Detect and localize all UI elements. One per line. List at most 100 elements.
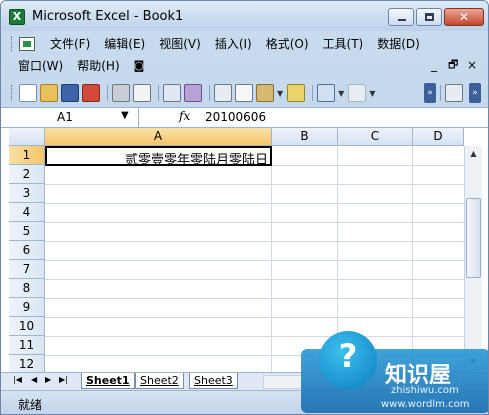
sheet-tab-sheet2[interactable]: Sheet2 xyxy=(135,373,184,389)
close-button[interactable]: ✕ xyxy=(444,8,484,26)
maximize-icon xyxy=(425,13,434,21)
row-header[interactable]: 6 xyxy=(9,241,45,260)
doc-restore-button[interactable]: 🗗 xyxy=(448,55,458,75)
undo-icon[interactable] xyxy=(317,84,336,102)
standard-toolbar: ▼ ▼ ▼ » » xyxy=(11,81,481,105)
print-preview-icon[interactable] xyxy=(133,84,151,102)
toolbar-separator xyxy=(158,85,159,101)
scroll-thumb[interactable] xyxy=(466,198,481,278)
column-header-d[interactable]: D xyxy=(413,128,464,146)
redo-icon xyxy=(348,84,367,102)
menu-view[interactable]: 视图(V) xyxy=(152,34,208,54)
toolbar-separator xyxy=(209,85,210,101)
menu-row-secondary: 窗口(W) 帮助(H) ◙ xyxy=(11,55,151,77)
maximize-button[interactable] xyxy=(416,8,442,26)
research-icon[interactable] xyxy=(184,84,202,102)
menu-grip-icon[interactable] xyxy=(11,36,14,52)
spelling-icon[interactable] xyxy=(163,84,181,102)
column-header-a[interactable]: A xyxy=(45,128,272,146)
menu-window[interactable]: 窗口(W) xyxy=(11,56,70,76)
menu-edit[interactable]: 编辑(E) xyxy=(97,34,152,54)
copy-icon[interactable] xyxy=(235,84,253,102)
title-bar: X Microsoft Excel - Book1 ✕ xyxy=(1,1,488,31)
row-header[interactable]: 12 xyxy=(9,355,45,372)
toolbar-separator xyxy=(107,85,108,101)
menu-bar: 文件(F) 编辑(E) 视图(V) 插入(I) 格式(O) 工具(T) 数据(D… xyxy=(11,33,481,79)
watermark: ? 知识屋 zhishiwu.com www.wordlm.com xyxy=(301,327,488,414)
menu-file[interactable]: 文件(F) xyxy=(43,34,97,54)
cell-a1-value: 贰零壹零年零陆月零陆日 xyxy=(124,153,268,168)
doc-close-button[interactable]: × xyxy=(467,55,477,75)
excel-app-icon[interactable]: X xyxy=(9,9,25,25)
menu-format[interactable]: 格式(O) xyxy=(259,34,316,54)
grid-line xyxy=(45,241,464,242)
permission-icon[interactable] xyxy=(82,84,100,102)
grid-line xyxy=(45,184,464,185)
select-all-corner[interactable] xyxy=(9,128,45,146)
doc-minimize-button[interactable]: _ xyxy=(431,55,437,75)
insert-function-icon[interactable]: fx xyxy=(179,109,190,123)
toolbar-right: » » xyxy=(421,81,481,105)
row-header[interactable]: 5 xyxy=(9,222,45,241)
row-header[interactable]: 11 xyxy=(9,336,45,355)
minimize-button[interactable] xyxy=(388,8,414,26)
open-folder-icon[interactable] xyxy=(40,84,58,102)
toolbar-separator xyxy=(440,85,441,101)
toolbar-options-icon-2[interactable]: » xyxy=(469,83,481,103)
row-header[interactable]: 1 xyxy=(9,146,45,165)
row-header[interactable]: 4 xyxy=(9,203,45,222)
row-header[interactable]: 2 xyxy=(9,165,45,184)
column-header-c[interactable]: C xyxy=(338,128,413,146)
format-painter-icon[interactable] xyxy=(287,84,306,102)
workbook-icon[interactable] xyxy=(19,37,35,51)
next-sheet-icon[interactable]: ▶ xyxy=(45,375,51,384)
watermark-subtitle: zhishiwu.com xyxy=(391,385,459,396)
window-title: Microsoft Excel - Book1 xyxy=(32,9,184,24)
name-box-dropdown-icon[interactable]: ▼ xyxy=(121,110,129,121)
sheet-tab-sheet1[interactable]: Sheet1 xyxy=(81,373,135,389)
watermark-url: www.wordlm.com xyxy=(381,399,470,410)
status-text: 就绪 xyxy=(18,398,43,412)
undo-dropdown-icon[interactable]: ▼ xyxy=(338,89,344,98)
menu-row-main: 文件(F) 编辑(E) 视图(V) 插入(I) 格式(O) 工具(T) 数据(D… xyxy=(11,33,427,55)
last-sheet-icon[interactable]: ▶| xyxy=(59,375,68,384)
sheet-tab-sheet3[interactable]: Sheet3 xyxy=(189,373,238,389)
close-icon: ✕ xyxy=(458,10,470,24)
first-sheet-icon[interactable]: |◀ xyxy=(13,375,22,384)
menu-tools[interactable]: 工具(T) xyxy=(316,34,371,54)
save-icon[interactable] xyxy=(61,84,79,102)
toolbar-grip-icon[interactable] xyxy=(11,85,14,101)
camera-icon[interactable]: ◙ xyxy=(127,56,152,76)
cell-a1[interactable]: 贰零壹零年零陆月零陆日 xyxy=(45,146,272,168)
align-left-icon[interactable] xyxy=(445,84,463,102)
menu-help[interactable]: 帮助(H) xyxy=(70,56,126,76)
grid-line xyxy=(45,222,464,223)
paste-dropdown-icon[interactable]: ▼ xyxy=(277,89,283,98)
grid-line xyxy=(45,203,464,204)
menu-insert[interactable]: 插入(I) xyxy=(208,34,259,54)
paste-icon[interactable] xyxy=(256,84,274,102)
row-header[interactable]: 3 xyxy=(9,184,45,203)
toolbar-options-icon[interactable]: » xyxy=(424,83,436,103)
print-icon[interactable] xyxy=(112,84,130,102)
column-header-b[interactable]: B xyxy=(272,128,338,146)
name-box-value: A1 xyxy=(57,110,73,124)
watermark-logo-icon: ? xyxy=(319,331,377,389)
formula-input[interactable]: 20100606 xyxy=(205,110,266,124)
prev-sheet-icon[interactable]: ◀ xyxy=(31,375,37,384)
grid-line xyxy=(45,298,464,299)
name-box[interactable]: A1 ▼ xyxy=(9,108,139,128)
row-header[interactable]: 7 xyxy=(9,260,45,279)
cut-icon[interactable] xyxy=(214,84,232,102)
grid-line xyxy=(271,146,272,372)
scroll-up-icon[interactable]: ▲ xyxy=(465,146,482,162)
row-header[interactable]: 10 xyxy=(9,317,45,336)
toolbar-separator xyxy=(312,85,314,101)
menu-data[interactable]: 数据(D) xyxy=(370,34,427,54)
grid-line xyxy=(45,317,464,318)
row-header[interactable]: 9 xyxy=(9,298,45,317)
formula-bar: A1 ▼ fx 20100606 xyxy=(1,107,488,128)
new-document-icon[interactable] xyxy=(19,84,37,102)
redo-dropdown-icon: ▼ xyxy=(369,88,376,98)
row-header[interactable]: 8 xyxy=(9,279,45,298)
